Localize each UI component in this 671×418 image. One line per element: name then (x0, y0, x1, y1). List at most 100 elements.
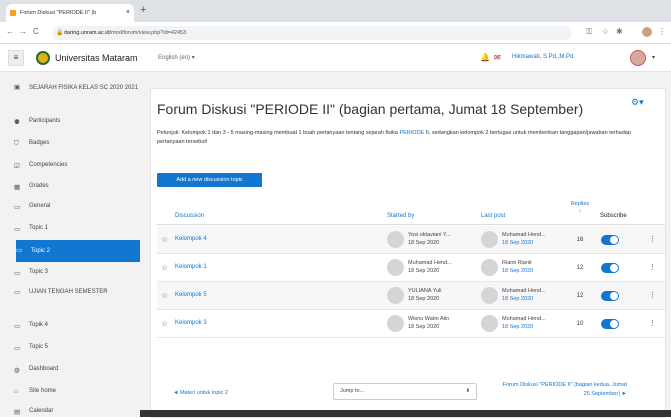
language-menu[interactable]: English (en) ▾ (158, 54, 195, 61)
folder-icon: ▭ (14, 204, 21, 211)
star-icon[interactable]: ☆ (161, 319, 168, 328)
forward-icon[interactable]: → (19, 27, 27, 36)
university-logo[interactable] (36, 51, 50, 65)
avatar[interactable] (387, 231, 404, 248)
sidebar-item-label: Topic 1 (29, 225, 49, 231)
avatar[interactable] (387, 315, 404, 332)
subscribe-toggle[interactable] (601, 263, 619, 273)
started-by-name[interactable]: Muhamad Hend... (408, 260, 452, 266)
subscribe-toggle[interactable] (601, 319, 619, 329)
table-icon: ▦ (14, 184, 21, 191)
more-actions-icon[interactable]: ⋮ (649, 235, 656, 243)
key-icon[interactable]: ⚿ (586, 27, 592, 37)
next-activity-link[interactable]: Forum Diskusi "PERIODE II" (bagian kedua… (497, 381, 627, 399)
avatar[interactable] (387, 259, 404, 276)
sidebar-item-site-home[interactable]: ⌂ Site home (14, 388, 140, 395)
sidebar-item-label: Calendar (29, 408, 54, 414)
sidebar-item-label: Participants (29, 118, 61, 124)
forum-card: Forum Diskusi "PERIODE II" (bagian perta… (150, 88, 666, 418)
site-name[interactable]: Universitas Mataram (55, 53, 138, 63)
sidebar-item-topik-4[interactable]: ▭ Topik 4 (14, 322, 140, 330)
sidebar-item-general[interactable]: ▭ General (14, 203, 140, 211)
previous-activity-link[interactable]: ◄ Materi untuk topic 2 (173, 390, 228, 396)
replies-count: 16 (576, 237, 584, 243)
started-date: 18 Sep 2020 (408, 240, 440, 246)
gear-icon[interactable]: ⚙▾ (631, 97, 644, 108)
started-by-name[interactable]: Wisnu Watin Atin (408, 316, 449, 322)
avatar[interactable] (481, 259, 498, 276)
column-last-post[interactable]: Last post (481, 213, 505, 219)
discussion-link[interactable]: Kelompok 5 (175, 292, 207, 298)
close-tab-icon[interactable]: × (126, 4, 130, 22)
last-post-name[interactable]: Rianti Rianti (502, 260, 532, 266)
browser-profile-avatar[interactable] (642, 27, 652, 37)
back-icon[interactable]: ← (6, 27, 14, 36)
star-bookmark-icon[interactable]: ☆ (602, 27, 609, 36)
sidebar-item-topic-3[interactable]: ▭ Topic 3 (14, 269, 140, 277)
started-by-name[interactable]: YULIANA Yuli (408, 288, 442, 294)
browser-tab[interactable]: Forum Diskusi "PERIODE II" (b × (6, 4, 134, 22)
new-tab-button[interactable]: + (140, 4, 146, 16)
last-post-name[interactable]: Muhamad Hend... (502, 316, 546, 322)
started-by-name[interactable]: Yosi oktaviani Y... (408, 232, 450, 238)
url-domain: daring.unram.ac.id (64, 30, 110, 36)
subscribe-toggle[interactable] (601, 291, 619, 301)
star-icon[interactable]: ☆ (161, 235, 168, 244)
sidebar-item-topic-5[interactable]: ▭ Topic 5 (14, 344, 140, 352)
sidebar-item-competencies[interactable]: ☑ Competencies (14, 162, 140, 170)
last-post-date[interactable]: 18 Sep 2020 (502, 240, 533, 246)
badge-icon: ⛉ (14, 140, 19, 147)
discussion-link[interactable]: Kelompok 3 (175, 320, 207, 326)
sidebar-item-grades[interactable]: ▦ Grades (14, 183, 140, 191)
sidebar-item-participants[interactable]: ⚉ Participants (14, 118, 140, 126)
more-actions-icon[interactable]: ⋮ (649, 319, 656, 327)
user-menu-name[interactable]: Hikmawati, S.Pd.,M.Pd. (512, 54, 575, 60)
last-post-name[interactable]: Muhamad Hend... (502, 232, 546, 238)
more-actions-icon[interactable]: ⋮ (649, 263, 656, 271)
browser-menu-icon[interactable]: ⋮ (658, 27, 666, 36)
sidebar-item-label: Site home (29, 388, 57, 394)
avatar[interactable] (481, 231, 498, 248)
jump-to-select[interactable]: Jump to... ⬍ (333, 383, 477, 400)
sidebar-item-uts[interactable]: ▭ UJIAN TENGAH SEMESTER (14, 288, 124, 297)
sidebar-item-dashboard[interactable]: ◍ Dashboard (14, 366, 140, 374)
more-actions-icon[interactable]: ⋮ (649, 291, 656, 299)
discussion-link[interactable]: Kelompok 4 (175, 236, 207, 242)
extension-icon[interactable]: ✱ (616, 27, 623, 36)
notification-bell-icon[interactable]: 🔔 (480, 53, 490, 62)
reload-icon[interactable]: C (33, 27, 39, 36)
column-started-by[interactable]: Started by (387, 213, 414, 219)
last-post-name[interactable]: Muhamad Hend... (502, 288, 546, 294)
sidebar-item-topic-2[interactable]: ▭ Topic 2 (16, 240, 140, 262)
folder-icon: ▭ (14, 226, 21, 233)
sidebar-item-topic-1[interactable]: ▭ Topic 1 (14, 225, 140, 233)
folder-icon: ▭ (14, 345, 21, 352)
sidebar-item-badges[interactable]: ⛉ Badges (14, 140, 140, 147)
messages-icon[interactable]: ✉ (494, 53, 501, 62)
last-post-date[interactable]: 18 Sep 2020 (502, 324, 533, 330)
last-post-date[interactable]: 18 Sep 2020 (502, 268, 533, 274)
avatar[interactable] (481, 287, 498, 304)
lock-icon: 🔒 (56, 30, 64, 36)
avatar[interactable] (481, 315, 498, 332)
discussion-link[interactable]: Kelompok 1 (175, 264, 207, 270)
folder-icon: ▭ (16, 247, 23, 254)
sidebar-item-course[interactable]: ▣ SEJARAH FISIKA KELAS SC 2020 2021 (14, 84, 140, 92)
home-icon: ⌂ (14, 388, 18, 395)
sidebar-item-calendar[interactable]: ▤ Calendar (14, 408, 140, 416)
subscribe-toggle[interactable] (601, 235, 619, 245)
user-avatar[interactable] (630, 50, 646, 66)
replies-count: 12 (576, 265, 584, 271)
periode-link[interactable]: PERIODE (399, 130, 424, 136)
add-discussion-button[interactable]: Add a new discussion topic (157, 173, 262, 187)
column-discussion[interactable]: Discussion (175, 213, 204, 219)
star-icon[interactable]: ☆ (161, 291, 168, 300)
star-icon[interactable]: ☆ (161, 263, 168, 272)
dashboard-icon: ◍ (14, 367, 20, 374)
menu-toggle-button[interactable]: ≡ (8, 50, 24, 66)
column-replies[interactable]: Replies ↓ (569, 201, 591, 215)
user-menu-caret-icon[interactable]: ▾ (652, 54, 655, 61)
avatar[interactable] (387, 287, 404, 304)
url-field[interactable]: 🔒 daring.unram.ac.id/mod/forum/view.php?… (52, 26, 572, 40)
last-post-date[interactable]: 18 Sep 2020 (502, 296, 533, 302)
